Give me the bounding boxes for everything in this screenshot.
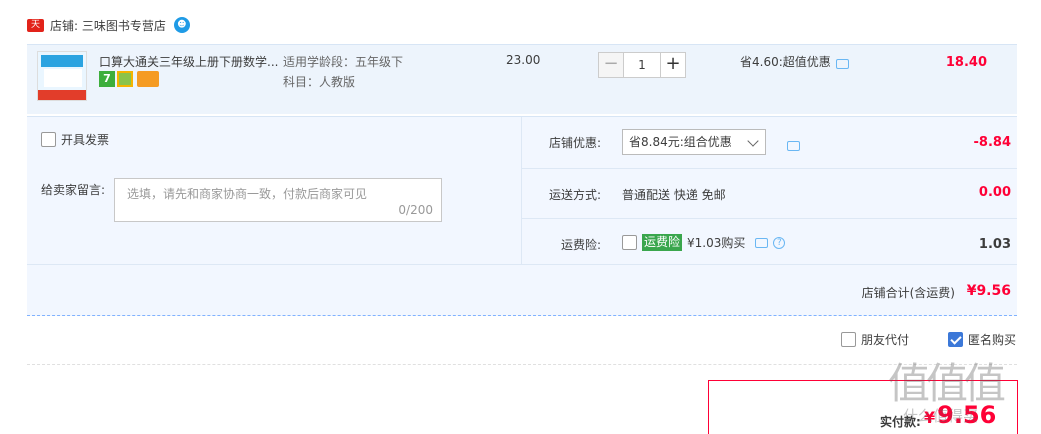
insurance-value: 1.03 (978, 237, 1011, 252)
invoice-option[interactable]: 开具发票 (41, 131, 109, 148)
friend-pay-checkbox[interactable] (841, 332, 856, 347)
shop-name-link[interactable]: 店铺: 三味图书专营店 (50, 17, 166, 34)
shipping-method: 普通配送 快递 免邮 (622, 188, 726, 202)
insurance-label: 运费险: (560, 238, 601, 252)
discount-selected-value: 省8.84元:组合优惠 (629, 135, 732, 149)
item-unit-price: 23.00 (506, 53, 541, 67)
insurance-tag: 运费险 (642, 234, 683, 251)
anonymous-buy-option[interactable]: 匿名购买 (948, 331, 1016, 348)
help-icon[interactable]: ? (773, 236, 786, 249)
shop-total-value: ¥9.56 (966, 283, 1011, 299)
qty-input[interactable]: 1 (624, 52, 660, 78)
item-sku-subject: 科目：人教版 (283, 75, 356, 89)
chat-bubble-icon[interactable] (787, 141, 800, 151)
quantity-stepper: − 1 + (598, 52, 686, 78)
chat-bubble-icon[interactable] (755, 237, 769, 248)
guarantee-icon (117, 71, 133, 87)
insurance-price-text: ¥1.03购买 (687, 236, 746, 250)
item-subtotal: 18.40 (945, 55, 987, 70)
discount-label: 店铺优惠: (548, 136, 601, 150)
shipping-label: 运送方式: (548, 188, 601, 202)
shop-header: 天猫 店铺: 三味图书专营店 ☻ (27, 16, 190, 43)
message-placeholder: 选填，请先和商家协商一致，付款后商家可见 (127, 187, 368, 201)
message-textarea[interactable]: 选填，请先和商家协商一致，付款后商家可见 0/200 (114, 178, 442, 222)
insurance-checkbox[interactable] (622, 235, 637, 250)
insurance-option: 运费险 ¥1.03购买 ? (622, 234, 786, 251)
watermark-logo: 值值值 (888, 359, 1006, 408)
item-title-link[interactable]: 口算大通关三年级上册下册数学... (99, 53, 278, 70)
item-service-badges: 7 (99, 71, 159, 87)
divider (27, 364, 1017, 365)
cart-item-row: 口算大通关三年级上册下册数学... 7 适用学龄段：五年级下 科目：人教版 23… (27, 44, 1017, 114)
item-thumbnail[interactable] (37, 51, 87, 101)
invoice-checkbox[interactable] (41, 132, 56, 147)
wangwang-chat-icon[interactable]: ☻ (173, 17, 190, 33)
order-options-panel: 开具发票 给卖家留言: 选填，请先和商家协商一致，付款后商家可见 0/200 店… (27, 116, 1017, 316)
shipping-price: 0.00 (978, 185, 1011, 200)
discount-amount: -8.84 (973, 135, 1011, 150)
friend-pay-label: 朋友代付 (861, 333, 910, 347)
watermark-text: 什么值得买 (903, 407, 979, 425)
seven-day-return-icon: 7 (99, 71, 115, 87)
message-label: 给卖家留言: (41, 183, 106, 197)
item-saving: 省4.60:超值优惠 (740, 53, 849, 70)
chat-bubble-icon[interactable] (835, 58, 849, 69)
message-char-count: 0/200 (398, 203, 433, 217)
item-sku-stage: 适用学龄段：五年级下 (283, 55, 404, 69)
item-saving-text: 省4.60:超值优惠 (740, 55, 831, 69)
invoice-label: 开具发票 (61, 133, 110, 147)
qty-increase-button[interactable]: + (660, 52, 686, 78)
qty-decrease-button[interactable]: − (598, 52, 624, 78)
friend-pay-option[interactable]: 朋友代付 (841, 331, 909, 348)
discount-select[interactable]: 省8.84元:组合优惠 (622, 129, 766, 155)
anonymous-buy-label: 匿名购买 (968, 333, 1017, 347)
chevron-down-icon (747, 135, 759, 147)
credit-card-icon (137, 71, 159, 87)
tmall-badge-icon: 天猫 (27, 18, 44, 43)
shop-total-label: 店铺合计(含运费) (861, 286, 955, 300)
anonymous-buy-checkbox[interactable] (948, 332, 963, 347)
